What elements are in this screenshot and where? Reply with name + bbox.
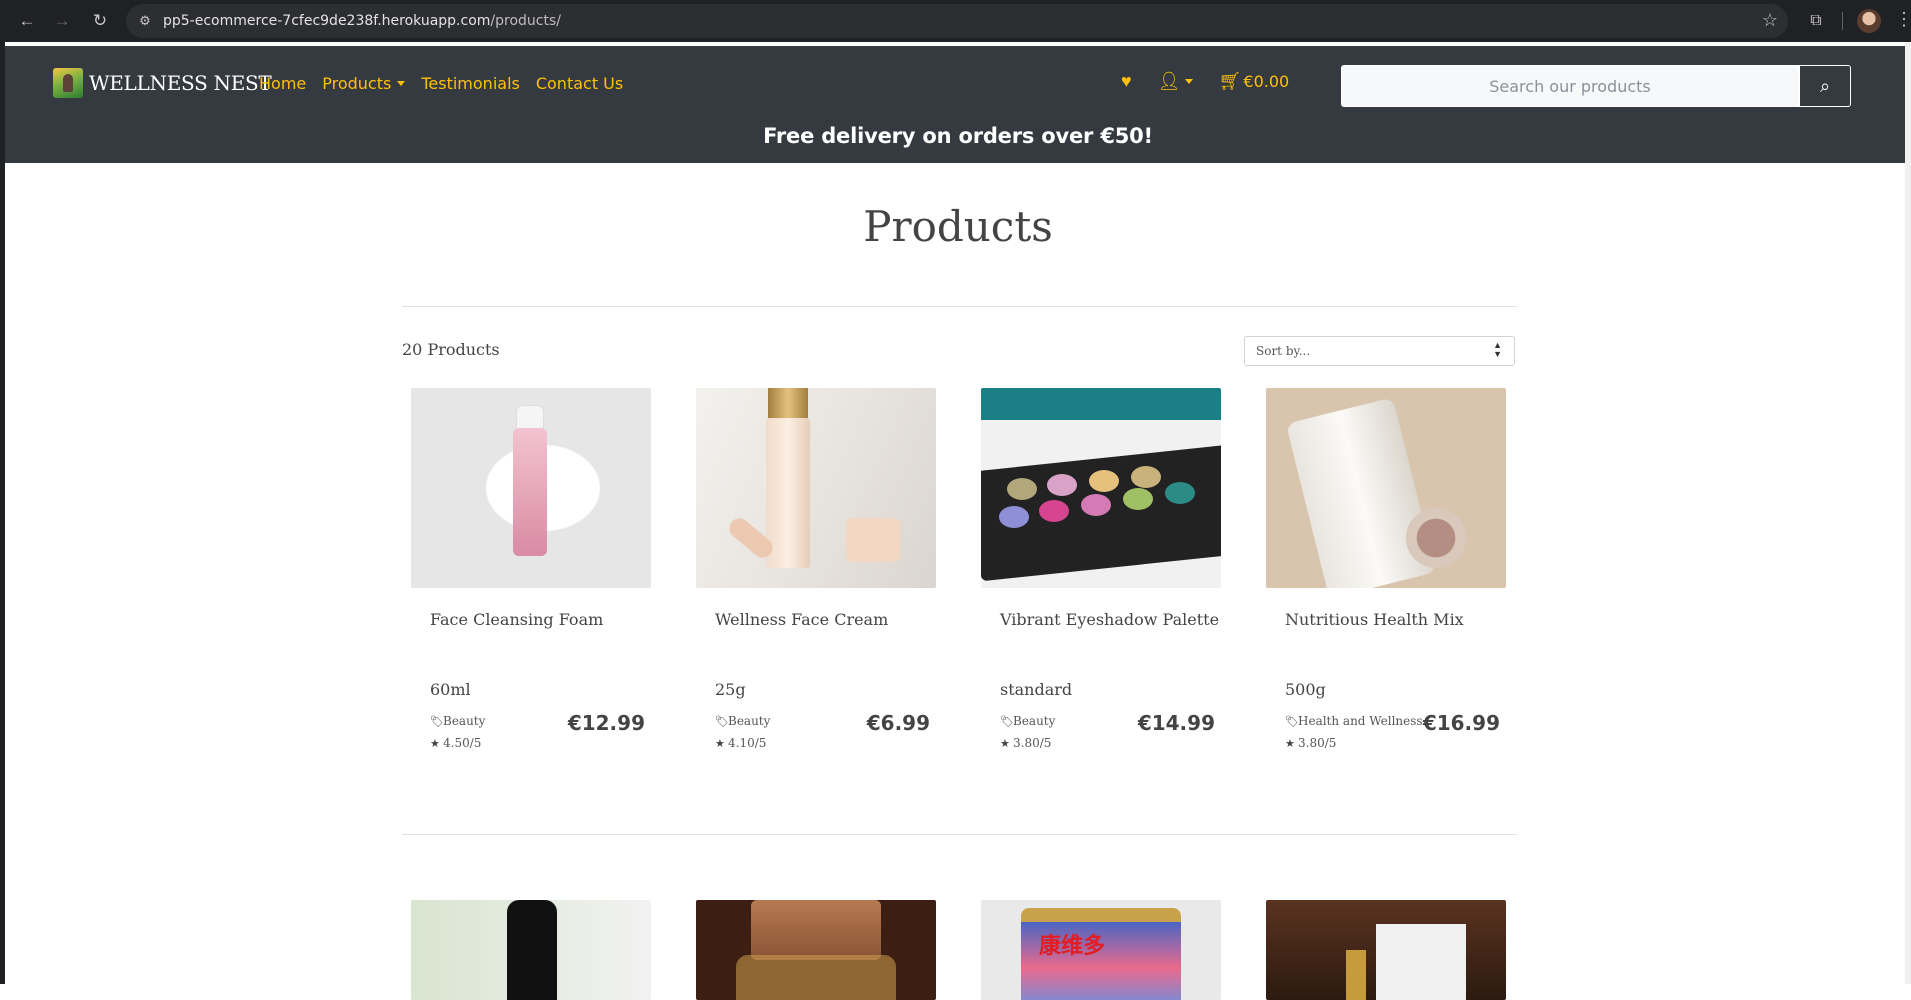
product-card: Nutritious Health Mix 500g 🏷︎Health and … (1266, 388, 1506, 750)
search-icon: ⌕ (1819, 76, 1831, 96)
product-image[interactable]: 康维多 (981, 900, 1221, 1000)
nav-contact[interactable]: Contact Us (536, 74, 623, 93)
product-name[interactable]: Wellness Face Cream (715, 610, 888, 629)
search-button[interactable]: ⌕ (1800, 66, 1850, 106)
cart-icon[interactable]: 🛒︎ (1219, 71, 1242, 92)
product-card: Wellness Face Cream 25g 🏷︎Beauty ★ 4.10/5… (696, 388, 936, 750)
star-icon: ★ (1285, 737, 1295, 750)
product-image[interactable] (981, 388, 1221, 588)
search-form: ⌕ (1341, 65, 1851, 107)
tag-icon: 🏷︎ (430, 715, 444, 728)
nav-products[interactable]: Products (322, 74, 406, 93)
product-card (696, 900, 936, 1000)
product-image[interactable] (1266, 900, 1506, 1000)
product-count: 20 Products (402, 340, 500, 359)
address-bar[interactable]: ⚙ pp5-ecommerce-7cfec9de238f.herokuapp.c… (126, 4, 1788, 38)
profile-avatar[interactable] (1857, 9, 1881, 33)
page-scrollbar[interactable] (1905, 42, 1911, 984)
url-text[interactable]: pp5-ecommerce-7cfec9de238f.herokuapp.com… (163, 13, 561, 29)
chevron-down-icon (397, 81, 406, 86)
product-image[interactable] (411, 388, 651, 588)
product-price: €16.99 (1422, 711, 1500, 735)
product-size: standard (1000, 680, 1073, 699)
web-page: WELLNESS NEST Home Products Testimonials… (5, 42, 1911, 1000)
product-card (1266, 900, 1506, 1000)
product-rating: ★ 3.80/5 (1285, 736, 1337, 750)
product-category[interactable]: 🏷︎Beauty (1000, 714, 1055, 728)
tag-icon: 🏷︎ (1000, 715, 1014, 728)
product-category[interactable]: 🏷︎Beauty (715, 714, 770, 728)
product-price: €14.99 (1137, 711, 1215, 735)
browser-menu-icon[interactable]: ⋮ (1895, 9, 1911, 30)
search-input[interactable] (1342, 66, 1798, 106)
nav-testimonials[interactable]: Testimonials (421, 74, 520, 93)
wishlist-heart-icon[interactable]: ♥ (1121, 71, 1132, 92)
divider (402, 834, 1517, 835)
star-icon: ★ (715, 737, 725, 750)
sort-select-value: Sort by... (1256, 344, 1311, 358)
extensions-icon[interactable]: ⧉ (1805, 10, 1827, 32)
divider (402, 306, 1517, 307)
brand-link[interactable]: WELLNESS NEST (53, 68, 272, 98)
product-card: Vibrant Eyeshadow Palette standard 🏷︎Bea… (981, 388, 1221, 750)
toolbar-divider (1842, 12, 1843, 30)
can-label-text: 康维多 (1039, 934, 1106, 959)
product-price: €6.99 (866, 711, 930, 735)
forward-icon[interactable]: → (51, 10, 73, 32)
product-card (411, 900, 651, 1000)
cart-total[interactable]: €0.00 (1243, 72, 1289, 91)
product-size: 60ml (430, 680, 471, 699)
product-size: 25g (715, 680, 746, 699)
product-card: 康维多 (981, 900, 1221, 1000)
product-category[interactable]: 🏷︎Beauty (430, 714, 485, 728)
nav-home[interactable]: Home (259, 74, 306, 93)
back-icon[interactable]: ← (16, 10, 38, 32)
brand-name: WELLNESS NEST (89, 71, 272, 95)
star-icon: ★ (430, 737, 440, 750)
account-user-icon[interactable]: 👤︎ (1158, 71, 1181, 92)
main-nav: Home Products Testimonials Contact Us (259, 74, 639, 93)
product-rating: ★ 3.80/5 (1000, 736, 1052, 750)
product-category[interactable]: 🏷︎Health and Wellness (1285, 714, 1423, 728)
bookmark-star-icon[interactable]: ☆ (1762, 10, 1778, 31)
page-title: Products (863, 202, 1053, 251)
tag-icon: 🏷︎ (715, 715, 729, 728)
select-arrows-icon: ▲ ▼ (1493, 340, 1502, 359)
product-rating: ★ 4.10/5 (715, 736, 767, 750)
delivery-banner: Free delivery on orders over €50! (763, 124, 1153, 148)
sort-select[interactable]: Sort by... ▲ ▼ (1244, 336, 1515, 366)
account-chevron-down-icon[interactable] (1184, 79, 1193, 84)
site-info-icon[interactable]: ⚙ (136, 12, 154, 30)
reload-icon[interactable]: ↻ (89, 10, 111, 32)
header-actions: ♥ 👤︎ 🛒︎ €0.00 (1121, 71, 1289, 92)
product-rating: ★ 4.50/5 (430, 736, 482, 750)
browser-toolbar: ← → ↻ ⚙ pp5-ecommerce-7cfec9de238f.herok… (0, 0, 1911, 42)
product-name[interactable]: Nutritious Health Mix (1285, 610, 1464, 629)
product-card: Face Cleansing Foam 60ml 🏷︎Beauty ★ 4.50/… (411, 388, 651, 750)
product-name[interactable]: Face Cleansing Foam (430, 610, 603, 629)
product-image[interactable] (411, 900, 651, 1000)
product-image[interactable] (696, 388, 936, 588)
star-icon: ★ (1000, 737, 1010, 750)
brand-logo (53, 68, 83, 98)
product-price: €12.99 (567, 711, 645, 735)
tag-icon: 🏷︎ (1285, 715, 1299, 728)
product-name[interactable]: Vibrant Eyeshadow Palette (1000, 610, 1219, 629)
product-image[interactable] (696, 900, 936, 1000)
product-image[interactable] (1266, 388, 1506, 588)
site-header: WELLNESS NEST Home Products Testimonials… (5, 46, 1911, 163)
product-size: 500g (1285, 680, 1326, 699)
